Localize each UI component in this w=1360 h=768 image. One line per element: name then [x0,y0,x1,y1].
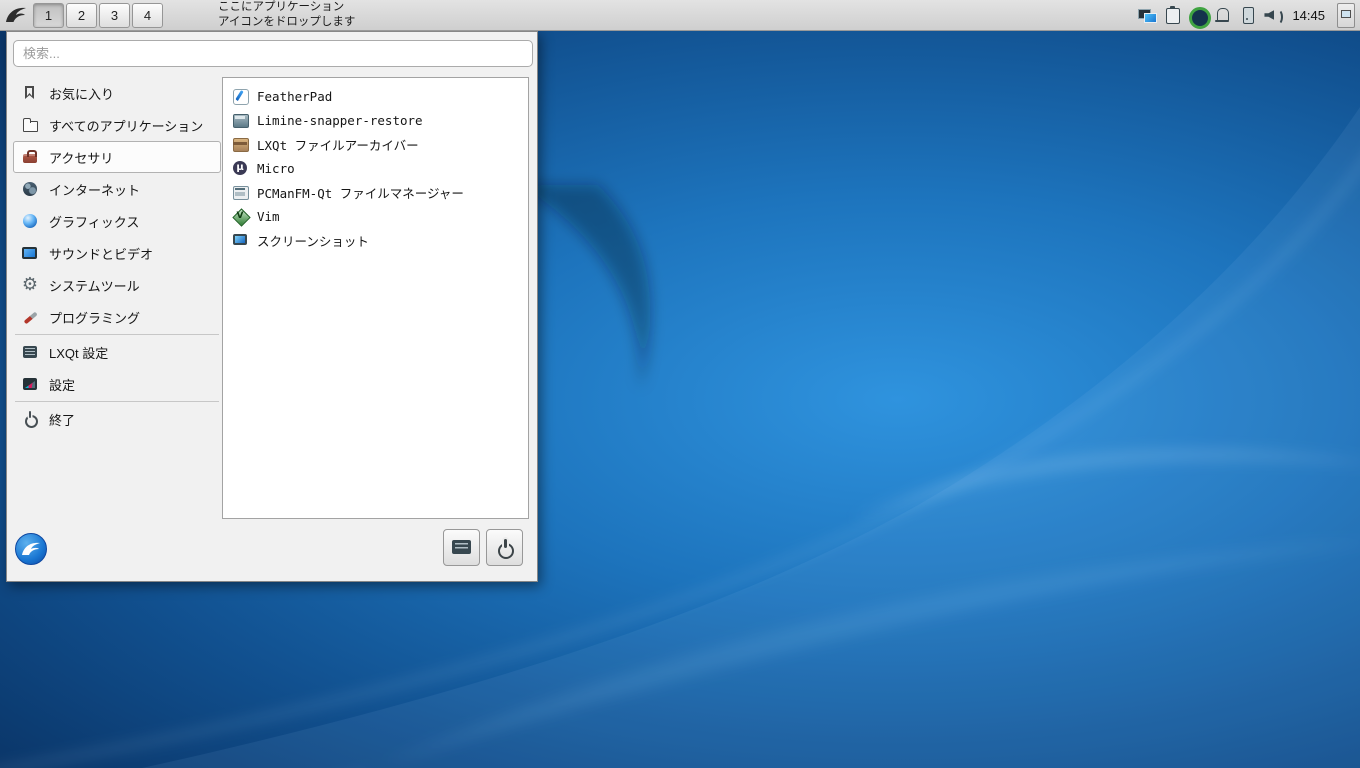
desktop-icon [1341,9,1351,18]
category-separator [15,401,219,402]
pcmanfm-icon [231,183,249,201]
category-item[interactable]: 終了 [13,403,221,435]
tools-icon [20,307,40,327]
power-icon [496,539,514,559]
workspace-switcher: 1 2 3 4 [33,2,163,28]
sphere-icon [20,211,40,231]
category-label: インターネット [49,182,141,198]
limine-icon [231,111,249,129]
system-tray [1137,5,1284,29]
volume-icon[interactable] [1262,5,1284,25]
clipboard-icon[interactable] [1162,5,1182,25]
category-label: すべてのアプリケーション [49,118,204,134]
category-item[interactable]: アクセサリ [13,141,221,173]
video-icon [20,243,40,263]
category-item[interactable]: プログラミング [13,301,221,333]
app-label: LXQt ファイルアーカイバー [257,137,419,153]
app-menu-button[interactable] [2,2,29,29]
vim-icon [231,207,249,225]
display-icon[interactable] [1137,5,1158,25]
notifications-icon[interactable] [1212,5,1232,25]
settings-icon [20,374,40,394]
category-label: プログラミング [49,310,141,326]
category-label: 終了 [49,412,76,428]
app-item[interactable]: PCManFM-Qt ファイルマネージャー [227,180,524,204]
category-label: サウンドとビデオ [49,246,154,262]
app-label: スクリーンショット [257,233,369,249]
category-label: 設定 [49,377,76,393]
category-label: システムツール [49,278,140,294]
category-label: LXQt 設定 [49,345,109,361]
app-item[interactable]: LXQt ファイルアーカイバー [227,132,524,156]
clock[interactable]: 14:45 [1292,8,1325,23]
archiver-icon [231,135,249,153]
category-label: アクセサリ [49,150,114,166]
folder-icon [20,115,40,135]
app-menu-popup: お気に入り すべてのアプリケーション アクセサリ インターネット グラフィックス [6,31,538,582]
app-list: FeatherPad Limine-snapper-restore LXQt フ… [222,77,529,519]
category-item[interactable]: グラフィックス [13,205,221,237]
workspace-button[interactable]: 1 [33,2,64,28]
category-item[interactable]: インターネット [13,173,221,205]
drop-hint-line2: アイコンをドロップします [218,16,356,28]
workspace-button[interactable]: 3 [99,2,130,28]
power-icon [20,409,40,429]
menu-settings-button[interactable] [443,529,480,566]
category-item[interactable]: 設定 [13,368,221,400]
category-label: お気に入り [49,86,115,102]
top-panel: 1 2 3 4 ここにアプリケーション アイコンをドロップします 14:45 [0,0,1360,31]
settings-icon [452,540,471,554]
app-label: FeatherPad [257,88,333,104]
category-item[interactable]: すべてのアプリケーション [13,109,221,141]
lxqt-settings-icon [20,342,40,362]
category-item[interactable]: LXQt 設定 [13,336,221,368]
micro-icon [231,159,249,177]
featherpad-icon [231,87,249,105]
menu-power-button[interactable] [486,529,523,566]
panel-drop-hint: ここにアプリケーション アイコンをドロップします [218,0,355,30]
screenshot-icon [231,231,249,249]
device-icon[interactable] [1237,5,1257,25]
category-separator [15,334,219,335]
app-item[interactable]: Limine-snapper-restore [227,108,524,132]
app-label: Limine-snapper-restore [257,112,423,128]
app-label: Vim [257,208,280,224]
show-desktop-button[interactable] [1337,2,1355,28]
category-list: お気に入り すべてのアプリケーション アクセサリ インターネット グラフィックス [13,77,221,435]
category-label: グラフィックス [49,214,140,230]
drop-hint-line1: ここにアプリケーション [218,1,345,14]
app-item[interactable]: Micro [227,156,524,180]
bookmark-icon [20,83,40,103]
record-icon[interactable] [1187,5,1212,29]
lxqt-logo-button[interactable] [15,533,47,565]
workspace-button[interactable]: 4 [132,2,163,28]
category-item[interactable]: サウンドとビデオ [13,237,221,269]
workspace-button[interactable]: 2 [66,2,97,28]
category-item[interactable]: システムツール [13,269,221,301]
lxqt-bird-icon [22,542,40,555]
app-item[interactable]: Vim [227,204,524,228]
app-label: Micro [257,160,295,176]
gear-icon [20,275,40,295]
app-label: PCManFM-Qt ファイルマネージャー [257,185,464,201]
category-item[interactable]: お気に入り [13,77,221,109]
lxqt-bird-icon [5,7,26,22]
app-item[interactable]: スクリーンショット [227,228,524,252]
globe-icon [20,179,40,199]
app-item[interactable]: FeatherPad [227,84,524,108]
briefcase-icon [20,147,40,167]
search-input[interactable] [13,40,533,67]
